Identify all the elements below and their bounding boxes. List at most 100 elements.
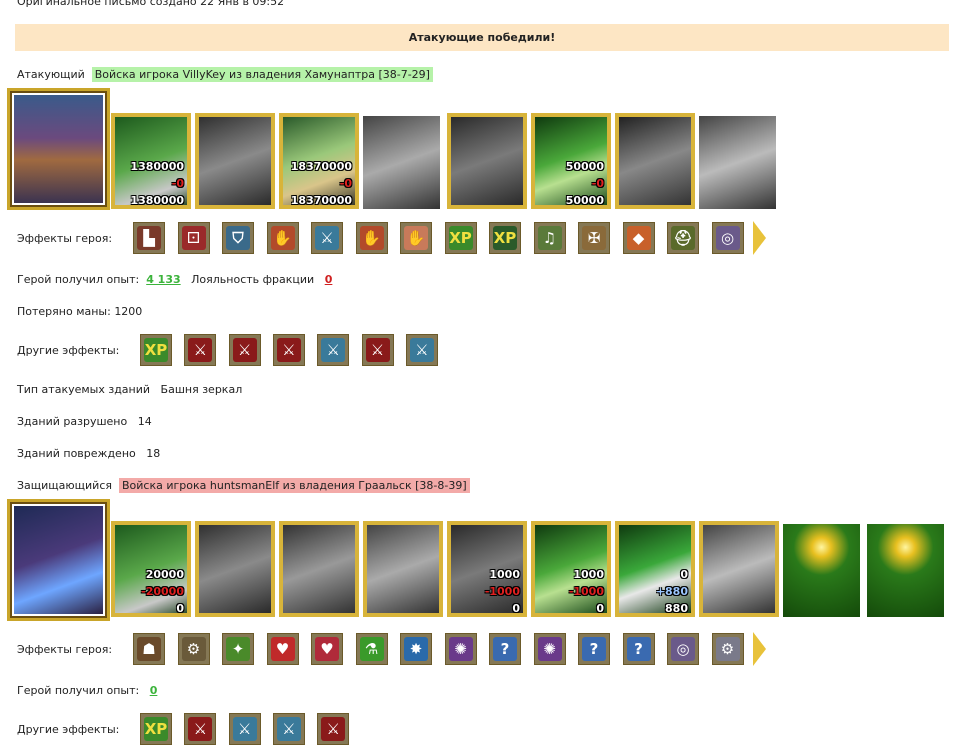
fist-sword-icon[interactable]: ⚔ [272,334,305,366]
fist-sword-icon[interactable]: ⚔ [184,334,217,366]
experience-value-link[interactable]: 0 [150,684,158,697]
sword-icon[interactable]: ⚔ [228,713,261,745]
cross-icon[interactable]: ✠ [578,222,610,254]
paladin-unit[interactable]: 18370000 -0 18370000 [279,113,359,209]
potion-icon[interactable]: ⚗ [355,633,388,665]
spark-glyph: ✸ [404,637,428,661]
sword-icon[interactable]: ⚔ [317,334,350,366]
elf-druid-unit[interactable]: 1000 -1000 0 [531,521,611,617]
handshake-icon[interactable]: ✋ [355,222,388,254]
defender-other-effects-label: Другие эффекты: [17,723,120,736]
gem-icon[interactable]: ◆ [622,222,655,254]
handshake-icon[interactable]: ✋ [266,222,299,254]
sword-glyph: ⚔ [315,226,339,250]
unit-count-mid: -1000 [568,585,604,598]
archer-unit[interactable] [447,113,527,209]
fist-sword-icon[interactable]: ⚔ [184,713,217,745]
shield-glyph: ⛉ [226,226,250,250]
defender-hero-portrait[interactable] [7,499,110,621]
ring-icon[interactable]: ◎ [711,222,744,254]
attacker-row: Атакующий Войска игрока VillyKey из влад… [17,67,433,82]
unit-count-bottom: 0 [512,602,520,615]
sword-icon[interactable]: ⚔ [272,713,305,745]
castle-icon[interactable]: ▙ [133,222,165,254]
wand-icon[interactable]: ✦ [222,633,254,665]
green-knight-unit[interactable]: 0 +880 880 [615,521,695,617]
question-icon[interactable]: ? [578,633,610,665]
spark-icon[interactable]: ✸ [400,633,432,665]
hooded-knight-unit[interactable] [615,113,695,209]
unit-count-mid: -1000 [484,585,520,598]
question-icon[interactable]: ? [489,633,521,665]
sword-glyph: ⚔ [409,338,434,362]
unit-count-top: 20000 [145,568,184,581]
fist-sword-glyph: ⚔ [188,717,213,741]
hand-icon[interactable]: ✋ [400,222,432,254]
xp-tree-icon[interactable]: XP [489,222,521,254]
rune-glyph: ✺ [448,637,473,661]
question-icon[interactable]: ? [622,633,655,665]
dark-knight-unit[interactable] [195,113,275,209]
dice-icon[interactable]: ⚀ [177,222,210,254]
defender-army-link[interactable]: Войска игрока huntsmanElf из владения Гр… [119,478,470,493]
heart-hand-icon[interactable]: ♥ [311,633,343,665]
loyalty-value-link[interactable]: 0 [325,273,333,286]
building-type-value: Башня зеркал [160,383,243,396]
heart-hand-glyph: ♥ [315,637,339,661]
xp-icon[interactable]: XP [140,334,172,366]
dice-glyph: ⚀ [181,226,206,250]
shield-icon[interactable]: ⛉ [222,222,254,254]
sword-icon[interactable]: ⚔ [311,222,343,254]
statue-unit[interactable] [699,521,779,617]
bell-icon[interactable]: ♫ [533,222,566,254]
scroll-right-arrow-icon[interactable] [753,221,766,255]
dark-knight-unit[interactable] [195,521,275,617]
defender-row: Защищающийся Войска игрока huntsmanElf и… [17,478,470,493]
mask-gears-icon[interactable]: ⚙ [177,633,210,665]
hand-glyph: ✋ [404,226,428,250]
fist-sword-icon[interactable]: ⚔ [361,334,394,366]
fist-sword-glyph: ⚔ [232,338,257,362]
fist-sword-icon[interactable]: ⚔ [317,713,350,745]
heart-icon[interactable]: ♥ [266,633,299,665]
elf-druid-unit[interactable]: 50000 -0 50000 [531,113,611,209]
handshake-glyph: ✋ [359,226,384,250]
gears-icon[interactable]: ⚙ [711,633,744,665]
castle-glyph: ▙ [137,226,161,250]
unit-count-mid: -20000 [141,585,184,598]
rune-icon[interactable]: ✺ [444,633,477,665]
archer-unit[interactable]: 1000 -1000 0 [447,521,527,617]
experience-value-link[interactable]: 4 133 [146,273,180,286]
statue-unit[interactable] [699,116,776,209]
unit-count-mid: -0 [591,177,604,190]
original-letter-info: Оригинальное письмо создано 22 Янв в 09:… [17,0,285,8]
mana-lost-text: Потеряно маны: 1200 [17,305,143,318]
experience-label: Герой получил опыт: [17,273,140,286]
xp-icon[interactable]: XP [140,713,172,745]
scroll-right-arrow-icon[interactable] [753,632,766,666]
fist-sword-glyph: ⚔ [365,338,390,362]
xp-glyph: XP [144,338,168,362]
attacker-hero-portrait[interactable] [7,88,110,210]
handshake-glyph: ✋ [270,226,295,250]
dark-knight-art [199,117,271,205]
sword-glyph: ⚔ [276,717,301,741]
mirror-tower-unit[interactable] [783,524,860,617]
knight-unit[interactable] [279,521,359,617]
mirror-tower-unit[interactable] [867,524,944,617]
attacker-army-link[interactable]: Войска игрока VillyKey из владения Хамун… [91,67,433,82]
xp-icon[interactable]: XP [444,222,477,254]
dwarf-unit[interactable]: 1380000 -0 1380000 [111,113,191,209]
sword-icon[interactable]: ⚔ [405,334,438,366]
griffin-unit[interactable] [363,521,443,617]
mask-icon[interactable]: ☗ [133,633,165,665]
dwarf-unit[interactable]: 20000 -20000 0 [111,521,191,617]
griffin-unit[interactable] [363,116,440,209]
fist-sword-icon[interactable]: ⚔ [228,334,261,366]
ring-icon[interactable]: ◎ [667,633,699,665]
rune-icon[interactable]: ✺ [533,633,566,665]
mask-glyph: ☗ [137,637,161,661]
attacker-exp-row: Герой получил опыт: 4 133 Лояльность фра… [17,273,332,286]
unit-count-top: 50000 [565,160,604,173]
helmet-icon[interactable]: ⛑ [667,222,699,254]
